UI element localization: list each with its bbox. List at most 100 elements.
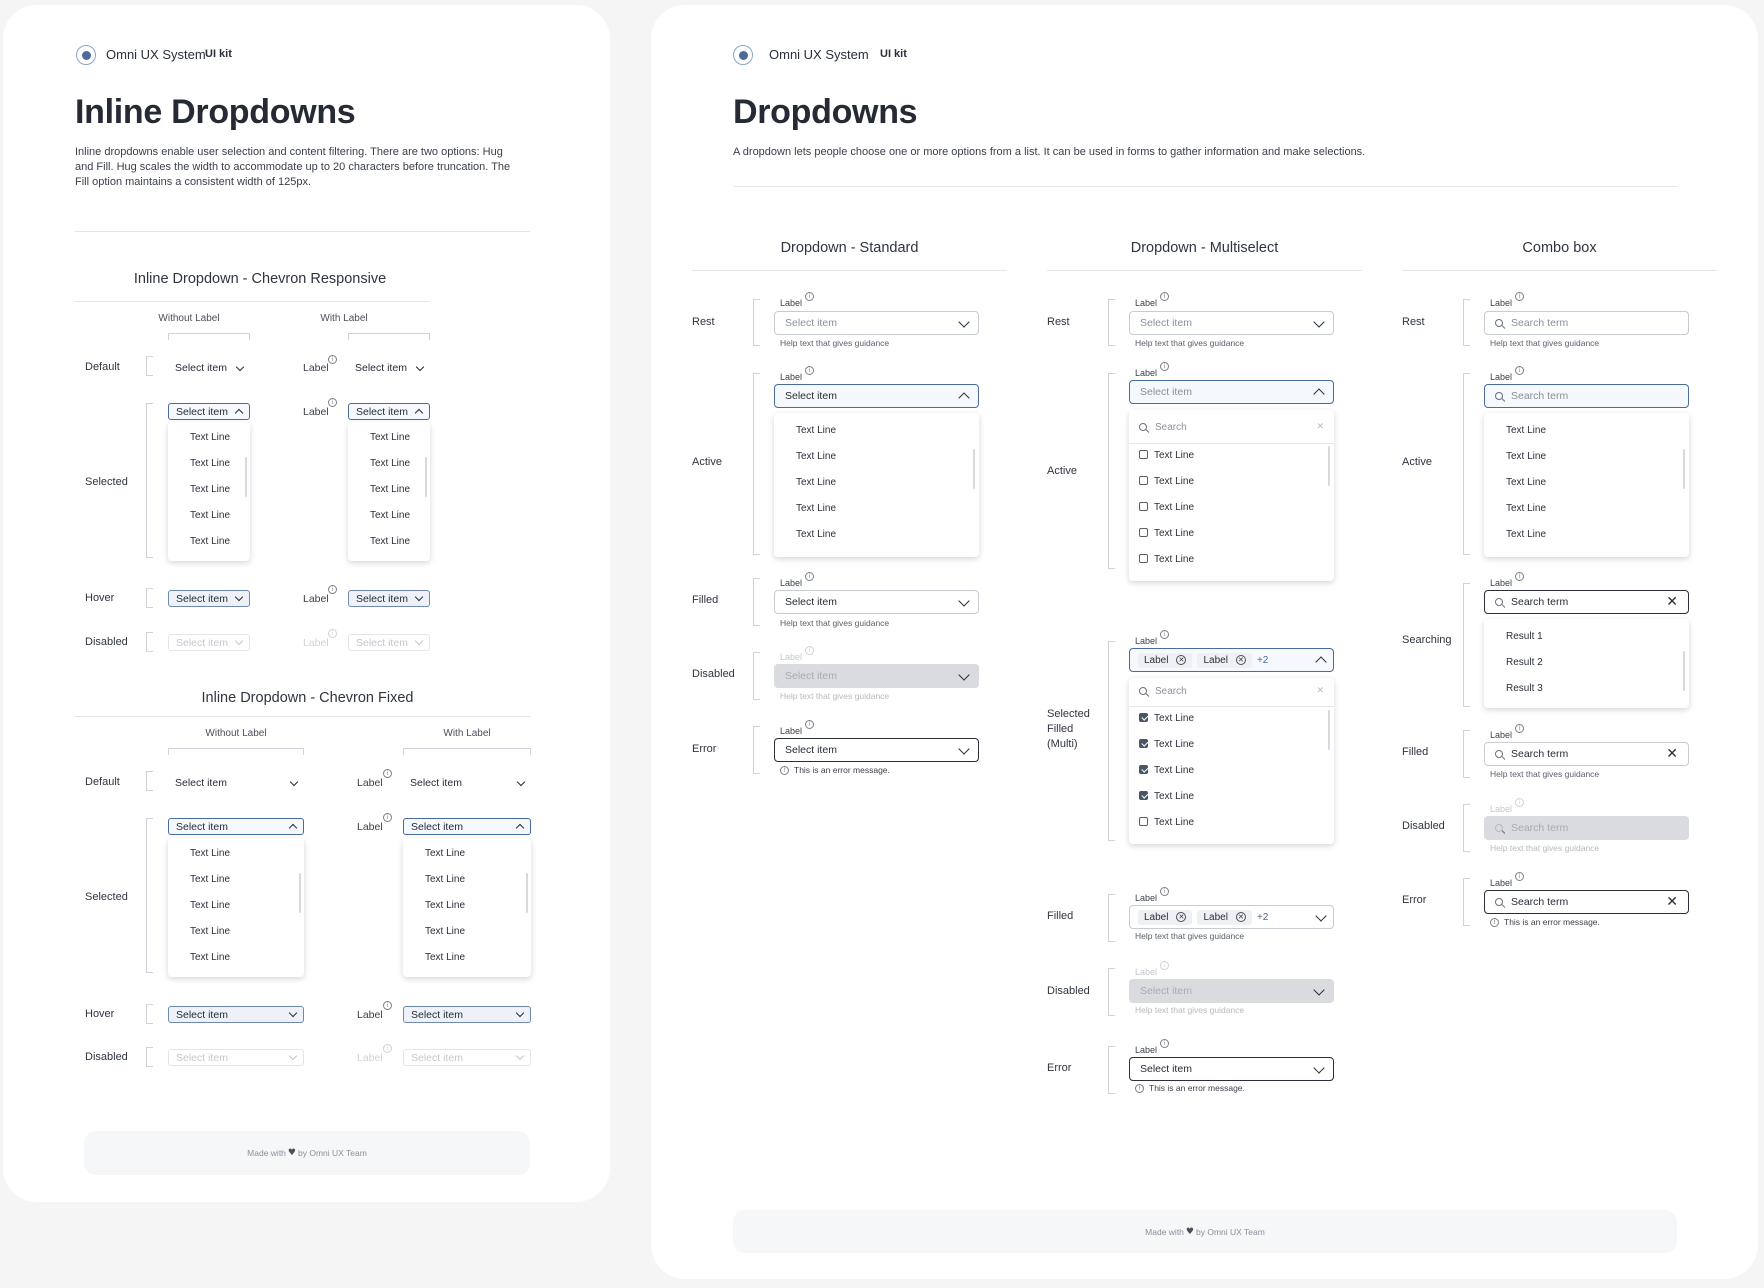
list-item[interactable]: Text Line <box>370 536 410 547</box>
combo-box-field[interactable]: Search term ✕ <box>1484 742 1689 766</box>
multiselect-field-open[interactable]: Label ✕ Label ✕ +2 <box>1129 648 1334 672</box>
clear-icon[interactable]: ✕ <box>1666 747 1678 761</box>
more-count[interactable]: +2 <box>1257 655 1268 666</box>
list-item[interactable]: Text Line <box>425 848 465 859</box>
list-item[interactable]: Text Line <box>796 425 836 436</box>
scrollbar[interactable] <box>299 873 301 913</box>
result-item[interactable]: Result 3 <box>1506 683 1543 694</box>
list-item[interactable]: Text Line <box>1506 451 1546 462</box>
list-item[interactable]: Text Line <box>190 536 230 547</box>
checkbox-checked[interactable] <box>1139 764 1148 774</box>
list-item[interactable]: Text Line <box>1139 764 1194 776</box>
list-item[interactable]: Text Line <box>1139 790 1194 802</box>
remove-tag-icon[interactable]: ✕ <box>1235 912 1246 922</box>
remove-tag-icon[interactable]: ✕ <box>1235 655 1246 665</box>
list-item[interactable]: Text Line <box>190 458 230 469</box>
clear-icon[interactable]: ✕ <box>1666 595 1678 609</box>
list-item[interactable]: Text Line <box>425 874 465 885</box>
inline-dropdown[interactable]: Select item <box>168 774 304 792</box>
list-item[interactable]: Text Line <box>1139 527 1194 539</box>
multiselect-field[interactable]: Select item <box>1129 311 1334 335</box>
scrollbar[interactable] <box>1683 449 1685 489</box>
list-item[interactable]: Text Line <box>1139 816 1194 828</box>
checkbox[interactable] <box>1139 816 1148 826</box>
list-item[interactable]: Text Line <box>425 952 465 963</box>
dropdown-field-error[interactable]: Select item <box>774 738 979 762</box>
clear-icon[interactable]: ✕ <box>1316 422 1324 432</box>
checkbox-checked[interactable] <box>1139 790 1148 800</box>
dropdown-field[interactable]: Select item <box>774 590 979 614</box>
list-item[interactable]: Text Line <box>425 926 465 937</box>
list-item[interactable]: Text Line <box>190 848 230 859</box>
inline-dropdown[interactable]: Select item <box>168 359 250 377</box>
clear-icon[interactable]: ✕ <box>1316 686 1324 696</box>
list-item[interactable]: Text Line <box>1506 477 1546 488</box>
search-input[interactable]: Search ✕ <box>1139 418 1324 436</box>
list-item[interactable]: Text Line <box>190 874 230 885</box>
list-item[interactable]: Text Line <box>370 458 410 469</box>
list-item[interactable]: Text Line <box>1139 553 1194 565</box>
inline-dropdown-open[interactable]: Select item <box>168 403 250 420</box>
multiselect-field-error[interactable]: Select item <box>1129 1057 1334 1081</box>
checkbox[interactable] <box>1139 527 1148 537</box>
scrollbar[interactable] <box>425 457 427 497</box>
combo-box-field-searching[interactable]: Search term ✕ <box>1484 590 1689 614</box>
scrollbar[interactable] <box>1328 710 1330 750</box>
combo-box-field-error[interactable]: Search term ✕ <box>1484 890 1689 914</box>
scrollbar[interactable] <box>1683 651 1685 691</box>
inline-dropdown-hover[interactable]: Select item <box>348 590 430 607</box>
list-item[interactable]: Text Line <box>796 503 836 514</box>
dropdown-field[interactable]: Select item <box>774 311 979 335</box>
list-item[interactable]: Text Line <box>1139 449 1194 461</box>
remove-tag-icon[interactable]: ✕ <box>1176 912 1187 922</box>
list-item[interactable]: Text Line <box>1139 475 1194 487</box>
list-item[interactable]: Text Line <box>190 952 230 963</box>
list-item[interactable]: Text Line <box>190 510 230 521</box>
multiselect-field-open[interactable]: Select item <box>1129 380 1334 404</box>
list-item[interactable]: Text Line <box>796 529 836 540</box>
scrollbar[interactable] <box>1328 446 1330 486</box>
result-item[interactable]: Result 1 <box>1506 631 1543 642</box>
list-item[interactable]: Text Line <box>1506 503 1546 514</box>
list-item[interactable]: Text Line <box>190 926 230 937</box>
more-count[interactable]: +2 <box>1257 912 1268 923</box>
inline-dropdown-hover[interactable]: Select item <box>168 1006 304 1023</box>
checkbox[interactable] <box>1139 449 1148 459</box>
checkbox[interactable] <box>1139 553 1148 563</box>
list-item[interactable]: Text Line <box>370 432 410 443</box>
dropdown-field-open[interactable]: Select item <box>774 384 979 408</box>
inline-dropdown-open[interactable]: Select item <box>403 818 531 835</box>
list-item[interactable]: Text Line <box>190 900 230 911</box>
checkbox-checked[interactable] <box>1139 738 1148 748</box>
inline-dropdown-hover[interactable]: Select item <box>168 590 250 607</box>
combo-box-field[interactable]: Search term <box>1484 311 1689 335</box>
list-item[interactable]: Text Line <box>1506 425 1546 436</box>
inline-dropdown-open[interactable]: Select item <box>168 818 304 835</box>
list-item[interactable]: Text Line <box>370 510 410 521</box>
list-item[interactable]: Text Line <box>370 484 410 495</box>
list-item[interactable]: Text Line <box>425 900 465 911</box>
list-item[interactable]: Text Line <box>796 477 836 488</box>
inline-dropdown[interactable]: Select item <box>348 359 430 377</box>
search-input[interactable]: Search ✕ <box>1139 682 1324 700</box>
inline-dropdown-hover[interactable]: Select item <box>403 1006 531 1023</box>
scrollbar[interactable] <box>973 449 975 489</box>
remove-tag-icon[interactable]: ✕ <box>1176 655 1187 665</box>
list-item[interactable]: Text Line <box>1139 738 1194 750</box>
list-item[interactable]: Text Line <box>796 451 836 462</box>
list-item[interactable]: Text Line <box>1139 712 1194 724</box>
list-item[interactable]: Text Line <box>190 432 230 443</box>
clear-icon[interactable]: ✕ <box>1666 895 1678 909</box>
list-item[interactable]: Text Line <box>190 484 230 495</box>
list-item[interactable]: Text Line <box>1139 501 1194 513</box>
list-item[interactable]: Text Line <box>1506 529 1546 540</box>
multiselect-field[interactable]: Label ✕ Label ✕ +2 <box>1129 905 1334 929</box>
scrollbar[interactable] <box>245 457 247 497</box>
checkbox-checked[interactable] <box>1139 712 1148 722</box>
checkbox[interactable] <box>1139 475 1148 485</box>
inline-dropdown[interactable]: Select item <box>403 774 531 792</box>
combo-box-field-open[interactable]: Search term <box>1484 384 1689 408</box>
inline-dropdown-open[interactable]: Select item <box>348 403 430 420</box>
scrollbar[interactable] <box>526 873 528 913</box>
checkbox[interactable] <box>1139 501 1148 511</box>
